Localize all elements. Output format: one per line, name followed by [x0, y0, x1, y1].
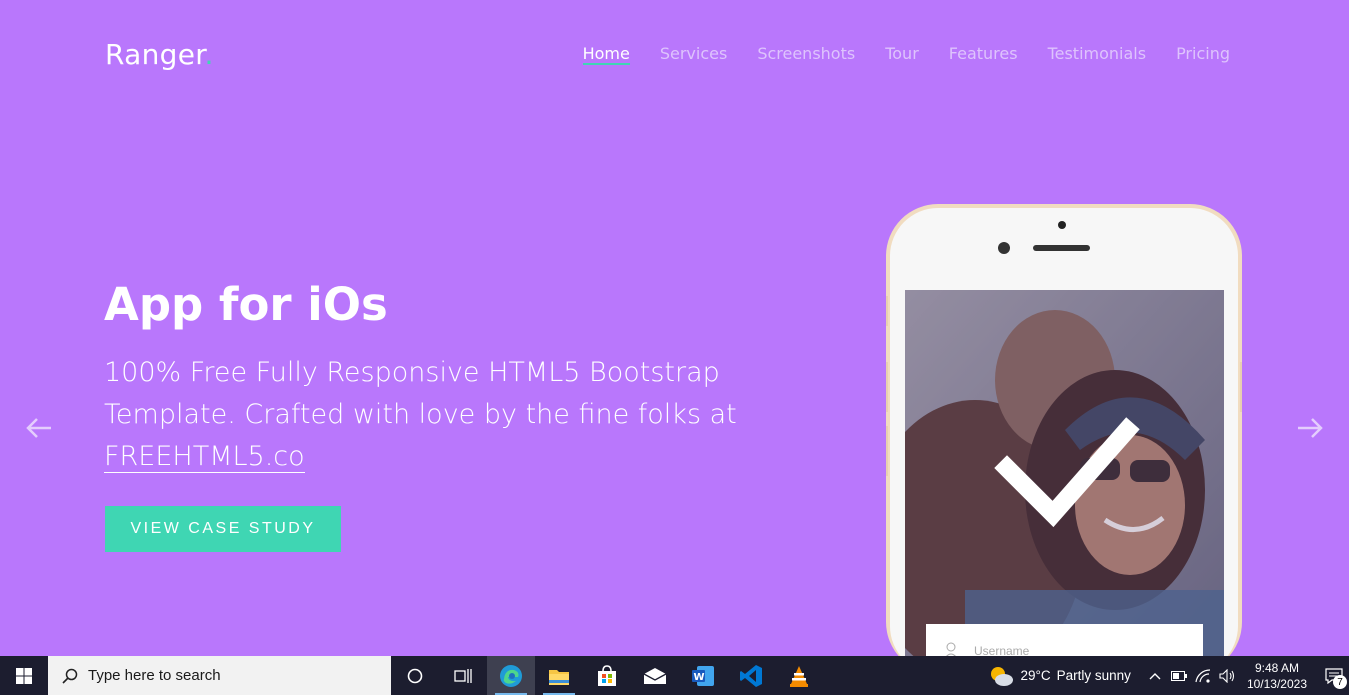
volume-button[interactable] [1215, 656, 1239, 695]
hero-section: Ranger. Home Services Screenshots Tour F… [0, 0, 1349, 656]
nav-services[interactable]: Services [660, 44, 727, 65]
edge-icon [500, 664, 522, 687]
nav-screenshots[interactable]: Screenshots [757, 44, 855, 65]
hero-title: App for iOs [104, 278, 388, 331]
vlc-icon [790, 665, 808, 687]
store-button[interactable] [583, 656, 631, 695]
clock[interactable]: 9:48 AM 10/13/2023 [1247, 660, 1307, 692]
vscode-button[interactable] [727, 656, 775, 695]
task-view-icon [454, 668, 472, 683]
search-placeholder: Type here to search [88, 667, 221, 684]
task-view-button[interactable] [439, 656, 487, 695]
freehtml5-link[interactable]: FREEHTML5.co [104, 441, 305, 473]
svg-text:W: W [694, 672, 705, 683]
wifi-button[interactable] [1191, 656, 1215, 695]
arrow-left-icon [26, 418, 51, 438]
vlc-button[interactable] [775, 656, 823, 695]
action-center-button[interactable]: 7 [1319, 656, 1349, 695]
weather-text: Partly sunny [1056, 668, 1131, 683]
cortana-icon [407, 668, 423, 683]
hero-description-text: 100% Free Fully Responsive HTML5 Bootstr… [104, 357, 737, 430]
main-nav: Home Services Screenshots Tour Features … [582, 44, 1230, 65]
file-explorer-button[interactable] [535, 656, 583, 695]
app-screen-photo [905, 290, 1224, 656]
nav-home[interactable]: Home [582, 44, 630, 65]
search-icon [62, 668, 78, 684]
wifi-icon [1195, 668, 1210, 683]
word-icon: W [692, 665, 714, 686]
store-icon [598, 664, 616, 686]
nav-features[interactable]: Features [949, 44, 1018, 65]
start-button[interactable] [0, 656, 48, 695]
brand-dot: . [204, 38, 214, 71]
carousel-prev-button[interactable] [23, 412, 55, 444]
taskbar-search-box[interactable]: Type here to search [48, 656, 391, 695]
partly-sunny-icon [991, 666, 1014, 686]
battery-icon [1170, 670, 1187, 681]
username-field[interactable]: Username [926, 624, 1203, 656]
weather-temp: 29°C [1020, 668, 1051, 683]
user-icon [946, 642, 956, 656]
nav-testimonials[interactable]: Testimonials [1048, 44, 1147, 65]
carousel-next-button[interactable] [1294, 412, 1326, 444]
file-explorer-icon [549, 669, 569, 685]
arrow-right-icon [1298, 418, 1323, 438]
weather-widget[interactable]: 29°C Partly sunny [988, 664, 1131, 688]
system-tray: 29°C Partly sunny 9:48 AM 10/13/2023 7 [988, 656, 1349, 695]
notification-badge: 7 [1333, 675, 1347, 689]
edge-taskbar-button[interactable] [487, 656, 535, 695]
mail-button[interactable] [631, 656, 679, 695]
clock-time: 9:48 AM [1254, 660, 1299, 675]
vscode-icon [740, 664, 762, 687]
chevron-up-icon [1149, 672, 1161, 679]
windows-logo-icon [16, 667, 32, 684]
view-case-study-button[interactable]: VIEW CASE STUDY [105, 506, 341, 552]
nav-tour[interactable]: Tour [885, 44, 919, 65]
clock-date: 10/13/2023 [1246, 676, 1307, 691]
username-placeholder: Username [974, 644, 1030, 656]
brand-logo[interactable]: Ranger. [105, 38, 214, 71]
hero-description: 100% Free Fully Responsive HTML5 Bootstr… [104, 352, 764, 478]
windows-taskbar: Type here to search W 29°C Partly sunny [0, 656, 1349, 695]
battery-button[interactable] [1167, 656, 1191, 695]
speaker-icon [1219, 668, 1234, 683]
mail-icon [643, 667, 667, 684]
nav-pricing[interactable]: Pricing [1176, 44, 1230, 65]
show-hidden-icons-button[interactable] [1143, 656, 1167, 695]
word-button[interactable]: W [679, 656, 727, 695]
brand-name: Ranger [105, 38, 205, 71]
cortana-button[interactable] [391, 656, 439, 695]
